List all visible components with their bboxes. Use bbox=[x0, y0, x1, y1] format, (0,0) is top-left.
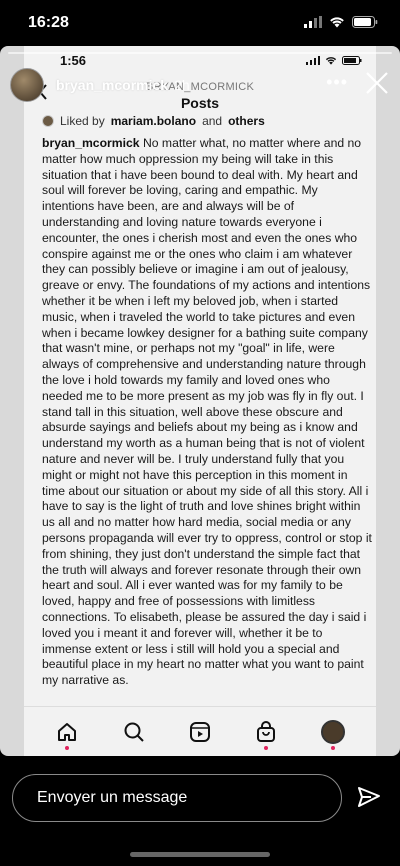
liked-user[interactable]: mariam.bolano bbox=[111, 114, 196, 128]
inner-status-icons bbox=[306, 56, 362, 65]
story-header[interactable]: bryan_mcormick 2h bbox=[10, 68, 190, 102]
message-input[interactable]: Envoyer un message bbox=[12, 774, 342, 822]
notification-dot bbox=[264, 745, 269, 750]
battery-icon bbox=[352, 16, 378, 28]
home-icon bbox=[58, 722, 77, 741]
post-caption: bryan_mcormick No matter what, no matter… bbox=[42, 136, 372, 689]
profile-avatar bbox=[320, 719, 345, 744]
caption-text: No matter what, no matter where and no m… bbox=[42, 136, 372, 688]
story-frame[interactable]: 1:56 BRYAN_MCORMICK Posts Liked by maria… bbox=[0, 46, 400, 756]
send-icon[interactable] bbox=[356, 784, 382, 810]
liked-others[interactable]: others bbox=[228, 114, 265, 128]
nav-search[interactable] bbox=[119, 717, 149, 747]
liked-prefix: Liked by bbox=[60, 114, 105, 128]
inner-battery-icon bbox=[342, 56, 362, 65]
likes-row: Liked by mariam.bolano and others bbox=[42, 114, 366, 128]
inner-signal-icon bbox=[306, 56, 320, 65]
notification-dot bbox=[330, 745, 335, 750]
avatar[interactable] bbox=[10, 68, 44, 102]
story-age: 2h bbox=[174, 77, 190, 93]
nav-home[interactable] bbox=[52, 717, 82, 750]
notification-dot bbox=[65, 745, 70, 750]
liked-and: and bbox=[202, 114, 223, 128]
bottom-nav bbox=[24, 706, 376, 756]
cellular-signal-icon bbox=[304, 16, 322, 28]
status-bar: 16:28 bbox=[0, 0, 400, 46]
nav-reels[interactable] bbox=[185, 717, 215, 747]
nav-shop[interactable] bbox=[251, 717, 281, 750]
shared-screenshot: 1:56 BRYAN_MCORMICK Posts Liked by maria… bbox=[24, 46, 376, 756]
message-placeholder: Envoyer un message bbox=[37, 789, 188, 806]
caption-author[interactable]: bryan_mcormick bbox=[42, 136, 140, 150]
more-options-icon[interactable]: ••• bbox=[326, 72, 348, 93]
inner-wifi-icon bbox=[325, 57, 337, 65]
status-time: 16:28 bbox=[28, 14, 69, 31]
wifi-icon bbox=[330, 17, 344, 28]
liker-avatar bbox=[42, 115, 54, 127]
inner-status-bar: 1:56 bbox=[24, 46, 376, 70]
home-indicator bbox=[130, 852, 270, 857]
close-icon[interactable] bbox=[364, 70, 390, 96]
search-icon bbox=[124, 722, 144, 742]
reels-icon bbox=[189, 721, 210, 742]
shop-icon bbox=[257, 720, 276, 742]
story-progress-bar bbox=[8, 52, 392, 54]
story-username[interactable]: bryan_mcormick bbox=[56, 77, 168, 93]
nav-profile[interactable] bbox=[318, 717, 348, 750]
inner-status-time: 1:56 bbox=[60, 53, 87, 68]
status-icons bbox=[304, 16, 378, 28]
